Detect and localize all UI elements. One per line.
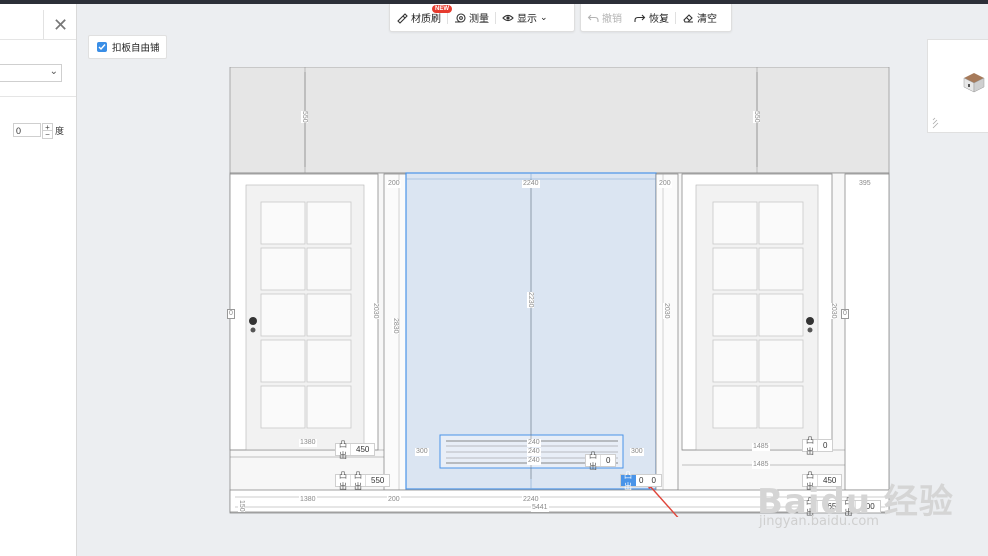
measure-button[interactable]: 测量 (448, 4, 495, 31)
protrude-label[interactable]: 凸出 0 (802, 436, 834, 456)
dim-label: 240 (527, 448, 541, 456)
tape-measure-icon (455, 12, 466, 23)
divider (0, 39, 76, 40)
watermark-url: jingyan.baidu.com (759, 514, 879, 529)
checkmark-icon (98, 44, 106, 51)
display-dropdown[interactable]: 显示 ⌄ (496, 4, 554, 31)
undo-icon (587, 14, 599, 22)
close-panel-button[interactable]: ✕ (43, 10, 77, 40)
eye-icon (502, 14, 514, 21)
material-brush-button[interactable]: 材质刷 NEW (390, 4, 452, 31)
dim-label: 240 (527, 439, 541, 447)
baidu-watermark: Baidu 经验 jingyan.baidu.com (757, 474, 954, 529)
dim-label: 2030 (372, 303, 379, 319)
free-tile-label: 扣板自由铺 (112, 43, 160, 54)
clear-button[interactable]: 清空 (676, 4, 723, 31)
close-icon: ✕ (52, 14, 69, 35)
dim-label: 550 (753, 111, 760, 123)
dim-label: 2240 (522, 496, 540, 504)
dim-label: 0 (227, 309, 235, 319)
wall-elevation-drawing[interactable] (229, 67, 891, 517)
dim-label: 1485 (752, 461, 770, 469)
eraser-icon (683, 13, 693, 23)
rotation-angle-input[interactable]: 0 (13, 123, 41, 137)
redo-button[interactable]: 恢复 (628, 4, 675, 31)
dim-label: 2230 (527, 292, 534, 308)
brush-icon (397, 12, 408, 24)
dim-label: 0 (841, 309, 849, 319)
dim-label: 2830 (392, 318, 399, 334)
angle-unit-label: 度 (55, 126, 65, 136)
redo-icon (634, 14, 646, 22)
dim-label: 550 (301, 111, 308, 123)
dim-label: 2030 (663, 303, 670, 319)
selected-protrude-label[interactable]: 凸出 0 0 (620, 471, 662, 491)
toolbar-group-history: 撤销 恢复 清空 (580, 4, 732, 32)
dim-label: 200 (387, 496, 401, 504)
dim-label: 200 (658, 180, 672, 188)
dim-label: 300 (415, 448, 429, 456)
dim-label: 1485 (752, 443, 770, 451)
3d-preview-thumbnail[interactable] (927, 39, 988, 133)
divider (0, 96, 76, 97)
dim-label: 2240 (522, 180, 540, 188)
model-preview-icon (932, 73, 985, 129)
protrude-label[interactable]: 凸出 0 (585, 451, 617, 471)
chevron-down-icon: ⌄ (540, 12, 548, 22)
free-tile-checkbox[interactable] (97, 42, 107, 52)
dim-label: 5441 (531, 504, 549, 512)
dim-label: 395 (858, 180, 872, 188)
protrude-label[interactable]: 凸出 凸出 550 (335, 471, 391, 491)
dim-label: 1380 (299, 496, 317, 504)
toolbar-group-tools: 材质刷 NEW 测量 显示 ⌄ (389, 4, 575, 32)
protrude-label[interactable]: 凸出 450 (335, 440, 376, 460)
properties-panel: ✕ ⌄ 0 + − 度 (0, 4, 77, 556)
dim-label: 200 (387, 180, 401, 188)
undo-button[interactable]: 撤销 (581, 4, 628, 31)
chevron-down-icon: ⌄ (49, 66, 58, 77)
dim-label: 1380 (299, 439, 317, 447)
dim-label: 2030 (830, 303, 837, 319)
dim-label: 240 (527, 457, 541, 465)
dim-label: 300 (630, 448, 644, 456)
free-tile-option[interactable]: 扣板自由铺 (88, 35, 167, 59)
angle-decrease-button[interactable]: − (42, 130, 53, 139)
dim-label: 150 (238, 500, 245, 512)
style-select[interactable]: ⌄ (0, 64, 62, 82)
